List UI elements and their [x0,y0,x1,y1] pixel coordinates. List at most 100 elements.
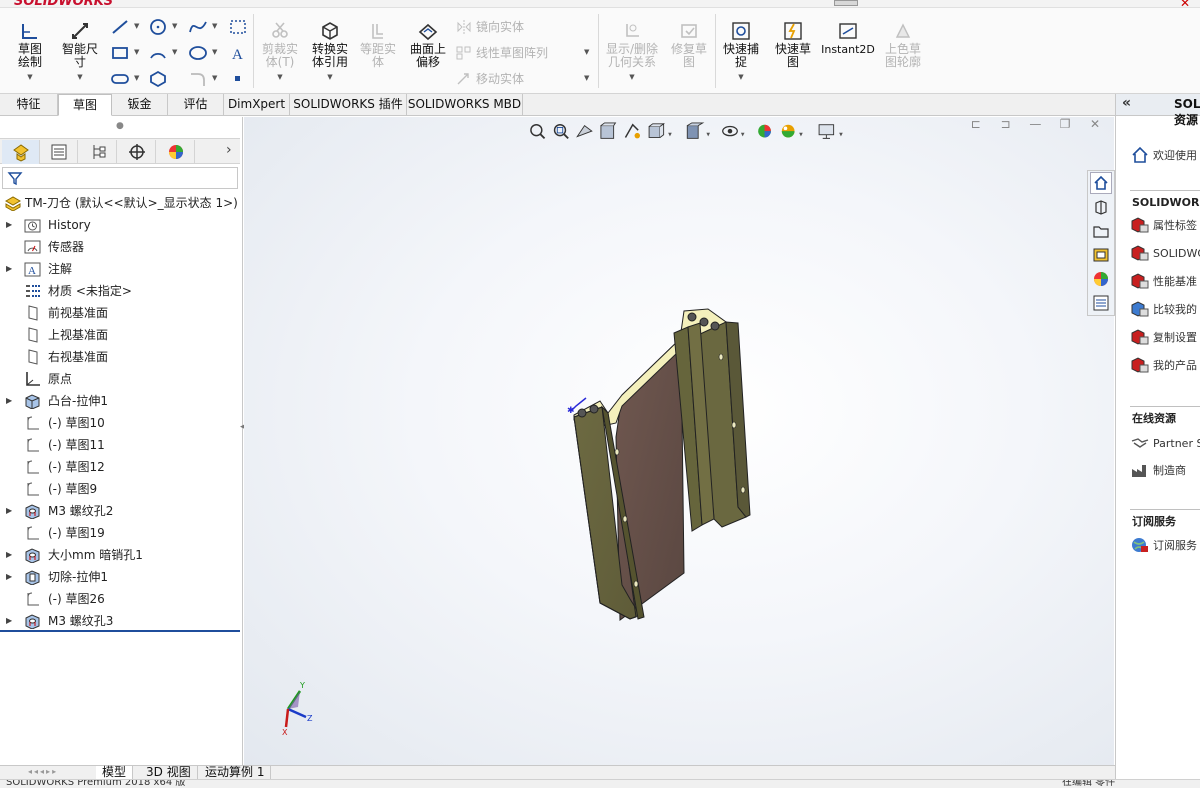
tree-item[interactable]: (-) 草图19 [0,522,240,544]
tree-item[interactable]: (-) 草图9 [0,478,240,500]
rapid-sketch-button[interactable]: 快速草图 [770,18,816,69]
chevron-down-icon[interactable]: ▼ [212,48,217,56]
tree-item[interactable]: (-) 草图26 [0,588,240,610]
rollback-bar[interactable] [0,630,240,632]
tree-item[interactable]: 原点 [0,368,240,390]
performance-benchmark-link[interactable]: 性能基准 [1130,272,1197,292]
tab-sheet-metal[interactable]: 钣金 [112,94,168,116]
convert-entities-button[interactable]: 转换实体引用 ▼ [306,18,354,84]
tree-item[interactable]: 材质 <未指定> [0,280,240,302]
tree-root-part[interactable]: TM-刀仓 (默认<<默认>_显示状态 1>) [0,192,240,214]
line-icon[interactable] [110,18,130,36]
tree-item[interactable]: ▶ M3 螺纹孔3 [0,610,240,632]
expand-arrow-icon[interactable]: ▶ [6,258,12,280]
tab-features[interactable]: 特征 [0,94,58,116]
point-icon[interactable] [228,70,248,88]
tree-item[interactable]: ▶ 大小mm 暗销孔1 [0,544,240,566]
tab-sketch[interactable]: 草图 [58,94,112,116]
chevron-down-icon[interactable]: ▼ [602,71,662,84]
solidworks-rx-link[interactable]: SOLIDWORKS Rx [1130,244,1200,264]
tab-dimxpert-manager[interactable] [118,140,156,164]
chevron-down-icon[interactable]: ▼ [306,71,354,84]
expand-arrow-icon[interactable]: ▶ [6,390,12,412]
tree-item[interactable]: 前视基准面 [0,302,240,324]
spline-icon[interactable] [188,18,208,36]
tree-item[interactable]: (-) 草图11 [0,434,240,456]
chevron-down-icon[interactable]: ▼ [258,71,302,84]
expand-arrow-icon[interactable]: ▶ [6,544,12,566]
repair-sketch-button[interactable]: 修复草图 [666,18,712,69]
tree-item[interactable]: ▶ 凸台-拉伸1 [0,390,240,412]
welcome-link[interactable]: 欢迎使用 [1130,146,1197,166]
chevron-right-icon[interactable]: › [226,142,232,158]
tree-filter[interactable] [2,167,238,189]
slot-icon[interactable] [110,70,130,88]
smart-dimension-button[interactable]: 智能尺寸 ▼ [56,18,104,84]
tab-file-explorer[interactable] [1090,220,1112,242]
construction-geometry-icon[interactable] [228,18,248,36]
text-icon[interactable]: A [228,44,248,63]
panel-grip[interactable]: ● [116,121,124,131]
instant2d-button[interactable]: Instant2D [820,18,876,56]
tab-evaluate[interactable]: 评估 [168,94,224,116]
chevron-down-icon[interactable]: ▼ [172,48,177,56]
tab-scroll-arrows[interactable]: ◂◂◂▸▸ [28,767,58,776]
chevron-down-icon[interactable]: ▼ [718,71,764,84]
collapse-chevron-icon[interactable]: « [1122,95,1131,111]
chevron-down-icon[interactable]: ▼ [56,71,104,84]
tab-dimxpert[interactable]: DimXpert [224,94,290,116]
chevron-down-icon[interactable]: ▼ [134,48,139,56]
tab-property-manager[interactable] [40,140,78,164]
tree-item[interactable]: 右视基准面 [0,346,240,368]
tab-3d-views[interactable]: 3D 视图 [140,766,198,780]
ellipse-icon[interactable] [188,44,208,62]
chevron-down-icon[interactable]: ▼ [212,74,217,82]
tree-item[interactable]: ▶ 切除-拉伸1 [0,566,240,588]
tree-item[interactable]: 传感器 [0,236,240,258]
offset-on-surface-button[interactable]: 曲面上偏移 [404,18,452,69]
expand-arrow-icon[interactable]: ▶ [6,610,12,632]
tree-item[interactable]: ▶ M3 螺纹孔2 [0,500,240,522]
property-tab-builder-link[interactable]: 属性标签 [1130,216,1197,236]
chevron-down-icon[interactable]: ▼ [134,22,139,30]
chevron-down-icon[interactable]: ▼ [584,48,589,56]
title-bar-button[interactable] [834,0,858,6]
fillet-icon[interactable] [188,70,208,88]
linear-pattern-button[interactable]: 线性草图阵列 [456,44,548,61]
part-model-3d[interactable]: ✱ [244,117,1114,765]
tree-item[interactable]: (-) 草图12 [0,456,240,478]
chevron-down-icon[interactable]: ▼ [584,74,589,82]
expand-arrow-icon[interactable]: ▶ [6,214,12,236]
tree-item[interactable]: 上视基准面 [0,324,240,346]
tab-feature-manager[interactable] [2,140,40,164]
quick-snaps-button[interactable]: 快速捕捉 ▼ [718,18,764,84]
copy-settings-wizard-link[interactable]: 复制设置 [1130,328,1197,348]
trim-entities-button[interactable]: 剪裁实体(T) ▼ [258,18,302,84]
expand-arrow-icon[interactable]: ▶ [6,500,12,522]
tab-custom-properties[interactable] [1090,292,1112,314]
circle-icon[interactable] [148,18,168,36]
mirror-entities-button[interactable]: 镜向实体 [456,18,524,35]
tab-solidworks-mbd[interactable]: SOLIDWORKS MBD [407,94,523,116]
polygon-icon[interactable] [148,70,168,88]
tree-item[interactable]: ▶ History [0,214,240,236]
my-products-link[interactable]: 我的产品 [1130,356,1197,376]
chevron-down-icon[interactable]: ▼ [6,71,54,84]
tab-solidworks-resources[interactable] [1090,172,1112,194]
tree-item[interactable]: (-) 草图10 [0,412,240,434]
expand-arrow-icon[interactable]: ▶ [6,566,12,588]
chevron-down-icon[interactable]: ▼ [172,22,177,30]
tab-solidworks-addins[interactable]: SOLIDWORKS 插件 [290,94,407,116]
tab-configuration-manager[interactable] [79,140,117,164]
subscription-services-link[interactable]: 订阅服务 [1130,536,1197,556]
tree-item[interactable]: ▶ A 注解 [0,258,240,280]
chevron-down-icon[interactable]: ▼ [134,74,139,82]
rectangle-icon[interactable] [110,44,130,62]
tab-view-palette[interactable] [1090,244,1112,266]
sketch-button[interactable]: 草图绘制 ▼ [6,18,54,84]
reference-triad[interactable]: Y Z X [276,679,326,739]
tab-display-manager[interactable] [157,140,195,164]
tab-appearances[interactable] [1090,268,1112,290]
display-delete-relations-button[interactable]: 显示/删除几何关系 ▼ [602,18,662,84]
chevron-down-icon[interactable]: ▼ [212,22,217,30]
